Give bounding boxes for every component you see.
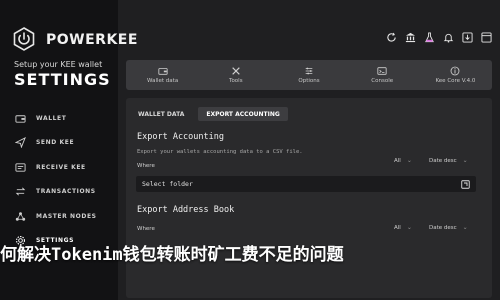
flask-icon[interactable] <box>424 32 435 43</box>
power-icon <box>12 27 36 51</box>
tab-wallet-data[interactable]: Wallet data <box>126 60 199 90</box>
subtab-export-accounting[interactable]: EXPORT ACCOUNTING <box>198 107 288 121</box>
content-panel <box>126 98 492 298</box>
nodes-icon <box>14 210 26 222</box>
tab-label: Tools <box>229 78 243 84</box>
setup-text: Setup your KEE wallet <box>14 60 103 69</box>
app-window: POWERKEE Setup your KEE wallet SETTINGS … <box>0 0 500 300</box>
sort-date-select[interactable]: Date desc ⌄ <box>429 224 468 231</box>
tab-options[interactable]: Options <box>272 60 345 90</box>
filter-all-select[interactable]: All ⌄ <box>394 224 412 231</box>
sidebar-item-label: RECEIVE KEE <box>36 163 86 171</box>
export-accounting-title: Export Accounting <box>137 132 224 142</box>
transactions-icon <box>14 186 26 198</box>
chevron-down-icon: ⌄ <box>462 157 468 164</box>
export-address-book-title: Export Address Book <box>137 205 235 215</box>
tab-console[interactable]: Console <box>346 60 419 90</box>
bank-icon[interactable] <box>405 32 416 43</box>
tools-icon <box>231 66 241 76</box>
tab-kee-core[interactable]: Kee Core V.4.0 <box>419 60 492 90</box>
folder-open-icon[interactable] <box>461 179 470 189</box>
refresh-icon[interactable] <box>386 32 397 43</box>
select-folder-placeholder: Select folder <box>142 180 193 188</box>
toolbar-icons <box>386 32 492 43</box>
bell-icon[interactable] <box>443 32 454 43</box>
sidebar-nav: WALLET SEND KEE RECEIVE KEE TRANSACTIONS <box>0 106 118 253</box>
where-label: Where <box>137 226 155 232</box>
select-value: Date desc <box>429 224 457 231</box>
sidebar-item-receive[interactable]: RECEIVE KEE <box>0 155 118 179</box>
settings-tabs: Wallet data Tools Options Console Kee Co… <box>126 60 492 90</box>
sidebar-item-label: TRANSACTIONS <box>36 188 96 195</box>
receive-icon <box>14 161 26 173</box>
brand-name: POWERKEE <box>46 32 138 48</box>
download-icon[interactable] <box>462 32 473 43</box>
console-icon <box>377 66 387 76</box>
select-value: All <box>394 157 401 164</box>
sidebar-item-transactions[interactable]: TRANSACTIONS <box>0 180 118 204</box>
chevron-down-icon: ⌄ <box>406 157 412 164</box>
select-value: Date desc <box>429 157 457 164</box>
sidebar-item-master-nodes[interactable]: MASTER NODES <box>0 204 118 228</box>
subtab-wallet-data[interactable]: WALLET DATA <box>130 107 192 121</box>
select-value: All <box>394 224 401 231</box>
export-accounting-description: Export your wallets accounting data to a… <box>137 149 303 155</box>
options-icon <box>304 66 314 76</box>
tab-label: Wallet data <box>147 78 179 84</box>
where-label: Where <box>137 163 155 169</box>
chevron-down-icon: ⌄ <box>406 224 412 231</box>
wallet-icon <box>14 112 26 124</box>
window-icon[interactable] <box>481 32 492 43</box>
sub-tabs: WALLET DATA EXPORT ACCOUNTING <box>130 107 288 121</box>
sidebar-item-send[interactable]: SEND KEE <box>0 131 118 155</box>
tab-label: Options <box>298 78 320 84</box>
sidebar-item-label: SEND KEE <box>36 139 75 146</box>
overlay-headline: 何解决Tokenim钱包转账时矿工费不足的问题 <box>0 245 344 265</box>
page-title: SETTINGS <box>14 70 111 89</box>
filter-all-select[interactable]: All ⌄ <box>394 157 412 164</box>
tab-label: Kee Core V.4.0 <box>435 78 476 84</box>
info-icon <box>450 66 460 76</box>
tab-tools[interactable]: Tools <box>199 60 272 90</box>
sidebar-item-label: WALLET <box>36 114 67 122</box>
wallet-icon <box>158 66 168 76</box>
select-folder-field[interactable]: Select folder <box>136 176 476 192</box>
sidebar-item-wallet[interactable]: WALLET <box>0 106 118 130</box>
chevron-down-icon: ⌄ <box>462 224 468 231</box>
sidebar-item-label: MASTER NODES <box>36 212 97 220</box>
send-icon <box>14 137 26 149</box>
sort-date-select[interactable]: Date desc ⌄ <box>429 157 468 164</box>
tab-label: Console <box>371 78 394 84</box>
